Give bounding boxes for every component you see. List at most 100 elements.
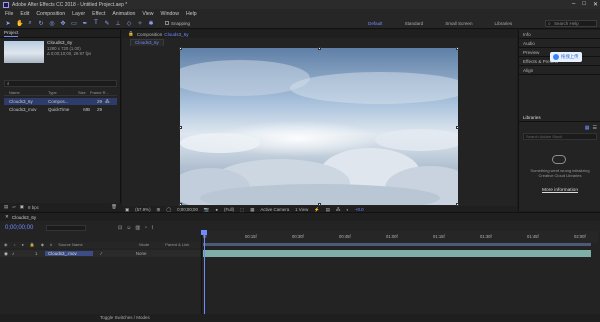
zoom-tool-icon[interactable]: ⌕ [27,20,33,27]
col-label-icon[interactable]: ◆ [41,242,44,248]
libraries-panel-header[interactable]: Libraries [519,113,600,122]
motion-blur-icon[interactable]: ◔ [144,225,147,231]
close-icon[interactable]: ✕ [5,214,9,220]
composition-tab[interactable]: 🔒 Composition Clouds3_6y [122,30,517,38]
col-source-name[interactable]: Source Name [58,242,113,248]
parent-dropdown[interactable]: None [136,251,147,256]
interpret-footage-icon[interactable]: ▤ [4,204,8,210]
audio-icon[interactable]: ♪ [12,251,14,256]
stamp-tool-icon[interactable]: ⊥ [115,20,121,27]
ruler-tick: 02:00f [574,234,586,239]
pen-tool-icon[interactable]: ✒ [82,20,88,27]
col-lock-icon[interactable]: 🔒 [30,242,35,248]
timeline-tab-name: Clouds3_6y [11,214,37,220]
col-parent-link[interactable]: Parent & Link [165,242,189,248]
workspace-libraries[interactable]: Libraries [495,21,513,26]
list-view-icon[interactable]: ☰ [593,125,597,131]
project-tab[interactable]: Project [0,30,120,38]
menu-help[interactable]: Help [186,11,197,17]
new-folder-icon[interactable]: ▱ [12,204,15,210]
col-size[interactable]: Size [78,90,90,95]
maximize-icon[interactable]: □ [582,1,586,8]
close-icon[interactable]: ✕ [593,1,598,8]
work-area-bar[interactable] [203,243,591,246]
layer-name[interactable]: Clouds3_.mov [45,251,93,256]
hand-tool-icon[interactable]: ✋ [16,20,23,27]
lock-icon[interactable]: 🔒 [128,31,134,37]
ruler-tick: 00:30f [292,234,304,239]
eraser-tool-icon[interactable]: ◇ [126,20,132,27]
menu-animation[interactable]: Animation [112,11,135,17]
menu-composition[interactable]: Composition [36,11,65,17]
menu-file[interactable]: File [5,11,13,17]
minimize-icon[interactable]: – [572,1,575,8]
col-eye-icon[interactable]: ◉ [4,242,8,248]
graph-editor-icon[interactable]: ⌇ [151,225,153,231]
brush-tool-icon[interactable]: ✎ [104,20,110,27]
transform-handle[interactable] [179,47,182,50]
transform-handle[interactable] [456,47,459,50]
more-information-link[interactable]: More information [523,188,597,193]
rectangle-tool-icon[interactable]: ▭ [71,20,77,27]
timeline-tab[interactable]: ✕ Clouds3_6y [0,213,600,221]
new-comp-icon[interactable]: ▣ [20,204,24,210]
grid-view-icon[interactable]: ▦ [585,125,590,131]
workspace-default[interactable]: Default [368,21,383,26]
composition-subtab[interactable]: Clouds3_6y [130,39,164,46]
menu-layer[interactable]: Layer [72,11,85,17]
time-ruler[interactable]: 0f 00:15f 00:30f 00:45f 01:00f 01:15f 01… [203,231,598,243]
workspace-standard[interactable]: Standard [405,21,424,26]
current-time-indicator-head[interactable] [201,230,207,235]
menu-view[interactable]: View [142,11,153,17]
switches-icon[interactable]: ⁄ [101,251,102,256]
upload-tooltip[interactable]: 拖拽上传 [550,52,582,62]
timeline-layer-row[interactable]: ◉ ♪ 1 Clouds3_.mov ⁄ None [0,250,200,257]
timeline-search-input[interactable] [46,225,86,231]
composition-viewer[interactable] [180,48,458,205]
snapping-toggle[interactable]: Snapping [165,21,190,26]
layer-duration-bar[interactable] [203,250,591,257]
transform-handle[interactable] [179,126,182,129]
project-row[interactable]: Clouds3_mov QuickTime MB 29 [4,106,117,113]
align-panel-header[interactable]: Align [519,66,600,75]
bpc-label[interactable]: 8 bpc [28,205,39,210]
col-audio-icon[interactable]: ♪ [14,242,16,248]
project-search-input[interactable]: ⌕ [4,80,117,87]
roto-tool-icon[interactable]: ✧ [137,20,143,27]
col-solo-icon[interactable]: ● [22,242,24,248]
menu-effect[interactable]: Effect [92,11,105,17]
shy-icon[interactable]: ☺ [126,225,131,231]
visibility-icon[interactable]: ◉ [4,251,8,257]
col-mode[interactable]: Mode [139,242,149,248]
camera-tool-icon[interactable]: ◎ [49,20,55,27]
col-name[interactable]: Name [4,90,48,95]
project-row[interactable]: Clouds3_6y Compos... 29 ⁂ [4,98,117,105]
transform-handle[interactable] [318,47,321,50]
toggle-switches-modes[interactable]: Toggle Switches / Modes [100,315,150,320]
pan-behind-tool-icon[interactable]: ✥ [60,20,66,27]
timeline-divider[interactable] [201,231,202,314]
help-search-input[interactable]: ⌕ Search Help [545,20,597,27]
menu-window[interactable]: Window [161,11,179,17]
transform-handle[interactable] [456,126,459,129]
col-frame-rate[interactable]: Frame R... [90,90,112,95]
composition-tab-prefix: Composition [136,31,163,37]
puppet-tool-icon[interactable]: ✱ [148,20,154,27]
library-search-input[interactable]: Search Adobe Stock [523,133,597,140]
selection-tool-icon[interactable]: ➤ [5,20,11,27]
workspace-small-screen[interactable]: Small Screen [445,21,472,26]
info-panel-header[interactable]: Info [519,30,600,39]
col-number[interactable]: # [50,242,52,248]
rotate-tool-icon[interactable]: ↻ [38,20,44,27]
current-time-indicator[interactable] [204,231,205,322]
col-type[interactable]: Type [48,90,78,95]
help-search-placeholder: Search Help [554,21,579,26]
draft-3d-icon[interactable]: ⊡ [118,225,122,231]
timeline-current-time[interactable]: 0;00;00;00 [5,225,33,231]
trash-icon[interactable]: 🗑 [111,204,117,210]
menu-edit[interactable]: Edit [20,11,29,17]
frame-blend-icon[interactable]: ▥ [135,225,140,231]
snapping-checkbox[interactable] [165,21,169,25]
type-tool-icon[interactable]: T [93,20,99,26]
audio-panel-header[interactable]: Audio [519,39,600,48]
